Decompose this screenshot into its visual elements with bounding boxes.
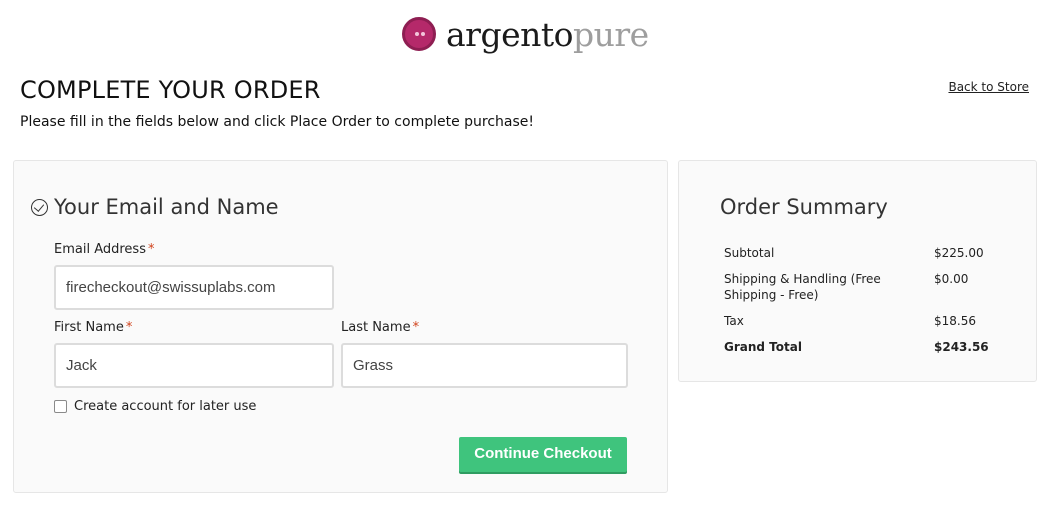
order-summary-table: Subtotal $225.00 Shipping & Handling (Fr…	[724, 245, 994, 365]
last-name-label-text: Last Name	[341, 320, 411, 335]
summary-value: $243.56	[934, 340, 989, 354]
email-label-text: Email Address	[54, 242, 146, 257]
continue-checkout-button[interactable]: Continue Checkout	[459, 437, 627, 472]
summary-label: Shipping & Handling (Free Shipping - Fre…	[724, 272, 881, 302]
brand-logo[interactable]: argentopure	[402, 15, 649, 53]
button-logo-icon	[402, 17, 436, 51]
first-name-field[interactable]: Jack	[54, 343, 334, 388]
brand-name-secondary: pure	[573, 14, 649, 54]
last-name-field[interactable]: Grass	[341, 343, 628, 388]
email-label: Email Address *	[54, 242, 154, 257]
back-to-store-link[interactable]: Back to Store	[948, 80, 1029, 94]
required-asterisk: *	[412, 320, 420, 335]
required-asterisk: *	[125, 320, 133, 335]
summary-value: $225.00	[934, 246, 984, 260]
summary-row-tax: Tax $18.56	[724, 313, 994, 329]
section-title: Your Email and Name	[54, 195, 279, 219]
create-account-row[interactable]: Create account for later use	[54, 399, 256, 414]
required-asterisk: *	[147, 242, 155, 257]
email-name-panel: Your Email and Name Email Address * firec…	[13, 160, 668, 493]
summary-row-shipping: Shipping & Handling (Free Shipping - Fre…	[724, 271, 994, 303]
summary-value: $0.00	[934, 272, 969, 286]
create-account-checkbox[interactable]	[54, 400, 67, 413]
brand-name-primary: argento	[446, 14, 574, 54]
order-summary-title: Order Summary	[720, 195, 888, 219]
summary-row-subtotal: Subtotal $225.00	[724, 245, 994, 261]
summary-label: Tax	[724, 314, 744, 328]
page-subtitle: Please fill in the fields below and clic…	[20, 114, 535, 130]
summary-row-grand-total: Grand Total $243.56	[724, 339, 994, 355]
summary-value: $18.56	[934, 314, 976, 328]
create-account-label[interactable]: Create account for later use	[74, 399, 256, 414]
last-name-label: Last Name *	[341, 320, 419, 335]
email-field[interactable]: firecheckout@swissuplabs.com	[54, 265, 334, 310]
section-header: Your Email and Name	[31, 195, 279, 219]
first-name-label: First Name *	[54, 320, 132, 335]
order-summary-panel: Order Summary Subtotal $225.00 Shipping …	[678, 160, 1037, 382]
brand-wordmark: argentopure	[446, 18, 649, 51]
summary-label: Subtotal	[724, 246, 775, 260]
summary-label: Grand Total	[724, 340, 802, 354]
first-name-label-text: First Name	[54, 320, 124, 335]
page-title: COMPLETE YOUR ORDER	[20, 76, 321, 104]
check-circle-icon	[31, 198, 48, 216]
